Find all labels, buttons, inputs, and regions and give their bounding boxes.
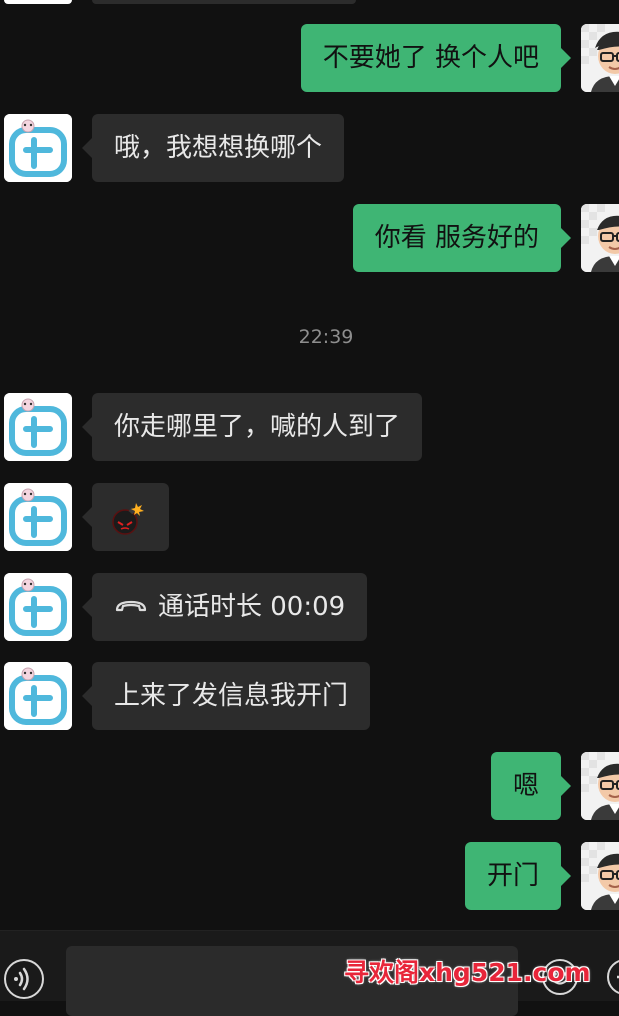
avatar[interactable] (4, 114, 72, 182)
avatar[interactable] (581, 842, 619, 910)
message-bubble-sent[interactable]: 嗯 (490, 752, 572, 820)
contact-avatar-icon (4, 662, 72, 730)
phone-icon (115, 600, 147, 611)
contact-avatar-icon (4, 573, 72, 641)
avatar[interactable] (581, 204, 619, 272)
voice-icon (14, 967, 29, 991)
message-bubble-received[interactable] (82, 483, 169, 551)
message-bubble-sent[interactable]: 你看 服务好的 (352, 204, 572, 272)
user-avatar-icon (581, 752, 619, 820)
avatar[interactable] (581, 752, 619, 820)
call-duration-text: 通话时长 00:09 (158, 592, 346, 622)
avatar[interactable] (581, 24, 619, 92)
user-avatar-icon (581, 842, 619, 910)
avatar[interactable] (4, 393, 72, 461)
message-bubble-received[interactable]: 你走哪里了，喊的人到了 (81, 393, 423, 461)
timestamp: 22:39 (298, 326, 354, 348)
contact-avatar-icon (4, 393, 72, 461)
avatar[interactable] (4, 483, 72, 551)
contact-avatar-icon (4, 483, 72, 551)
avatar[interactable] (4, 662, 72, 730)
watermark: 寻欢阁xhg521.com (344, 958, 591, 987)
user-avatar-icon (581, 24, 619, 92)
avatar[interactable] (4, 573, 72, 641)
message-bubble-received[interactable]: 哦，我想想换哪个 (81, 114, 345, 182)
user-avatar-icon (581, 204, 619, 272)
call-record-bubble[interactable]: 通话时长 00:09 (81, 573, 368, 641)
previous-avatar-edge (4, 0, 72, 4)
bomb-emoji-icon (112, 503, 144, 535)
message-bubble-received[interactable]: 上来了发信息我开门 (81, 662, 371, 730)
plus-icon (617, 975, 619, 979)
message-bubble-sent[interactable]: 开门 (464, 842, 572, 910)
message-bubble-sent[interactable]: 不要她了 换个人吧 (300, 24, 572, 92)
contact-avatar-icon (4, 114, 72, 182)
more-button[interactable] (607, 959, 619, 995)
voice-button[interactable] (4, 959, 44, 999)
previous-bubble-edge (92, 0, 356, 4)
